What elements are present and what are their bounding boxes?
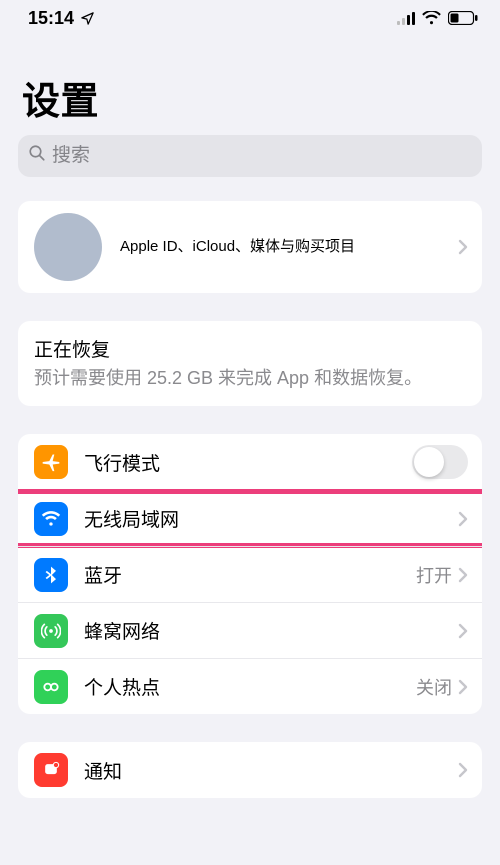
bluetooth-label: 蓝牙 <box>84 561 416 588</box>
wifi-label: 无线局域网 <box>84 505 458 532</box>
wifi-status-icon <box>422 11 441 25</box>
avatar <box>34 213 102 281</box>
restore-row[interactable]: 正在恢复 预计需要使用 25.2 GB 来完成 App 和数据恢复。 <box>18 321 482 406</box>
hotspot-label: 个人热点 <box>84 673 416 700</box>
restore-subtitle: 预计需要使用 25.2 GB 来完成 App 和数据恢复。 <box>34 366 466 390</box>
chevron-right-icon <box>458 239 468 255</box>
airplane-mode-row[interactable]: 飞行模式 <box>18 434 482 490</box>
battery-icon <box>448 11 478 25</box>
apple-id-group: Apple ID、iCloud、媒体与购买项目 <box>18 201 482 293</box>
cellular-label: 蜂窝网络 <box>84 617 458 644</box>
bluetooth-icon <box>34 558 68 592</box>
search-input[interactable] <box>52 145 472 167</box>
apple-id-subtitle: Apple ID、iCloud、媒体与购买项目 <box>120 237 458 257</box>
wifi-row[interactable]: 无线局域网 <box>18 490 482 546</box>
airplane-icon <box>34 445 68 479</box>
cellular-row[interactable]: 蜂窝网络 <box>18 602 482 658</box>
notifications-label: 通知 <box>84 757 458 784</box>
chevron-right-icon <box>458 623 468 639</box>
airplane-mode-toggle[interactable] <box>412 445 468 479</box>
status-bar: 15:14 <box>0 0 500 36</box>
notifications-row[interactable]: 通知 <box>18 742 482 798</box>
notifications-group: 通知 <box>18 742 482 798</box>
airplane-mode-label: 飞行模式 <box>84 449 412 476</box>
restore-group: 正在恢复 预计需要使用 25.2 GB 来完成 App 和数据恢复。 <box>18 321 482 406</box>
status-time: 15:14 <box>28 8 74 29</box>
restore-title: 正在恢复 <box>34 335 466 362</box>
signal-icon <box>397 11 415 25</box>
cellular-icon <box>34 614 68 648</box>
chevron-right-icon <box>458 679 468 695</box>
location-icon <box>80 11 95 26</box>
bluetooth-detail: 打开 <box>416 562 452 588</box>
notifications-icon <box>34 753 68 787</box>
wifi-icon <box>34 502 68 536</box>
chevron-right-icon <box>458 762 468 778</box>
hotspot-icon <box>34 670 68 704</box>
page-title: 设置 <box>0 36 500 131</box>
search-icon <box>28 144 46 168</box>
hotspot-row[interactable]: 个人热点 关闭 <box>18 658 482 714</box>
chevron-right-icon <box>458 567 468 583</box>
search-field[interactable] <box>18 135 482 177</box>
apple-id-row[interactable]: Apple ID、iCloud、媒体与购买项目 <box>18 201 482 293</box>
hotspot-detail: 关闭 <box>416 674 452 700</box>
connectivity-group: 飞行模式 无线局域网 蓝牙 打开 蜂窝网络 个人热点 <box>18 434 482 714</box>
chevron-right-icon <box>458 511 468 527</box>
bluetooth-row[interactable]: 蓝牙 打开 <box>18 546 482 602</box>
